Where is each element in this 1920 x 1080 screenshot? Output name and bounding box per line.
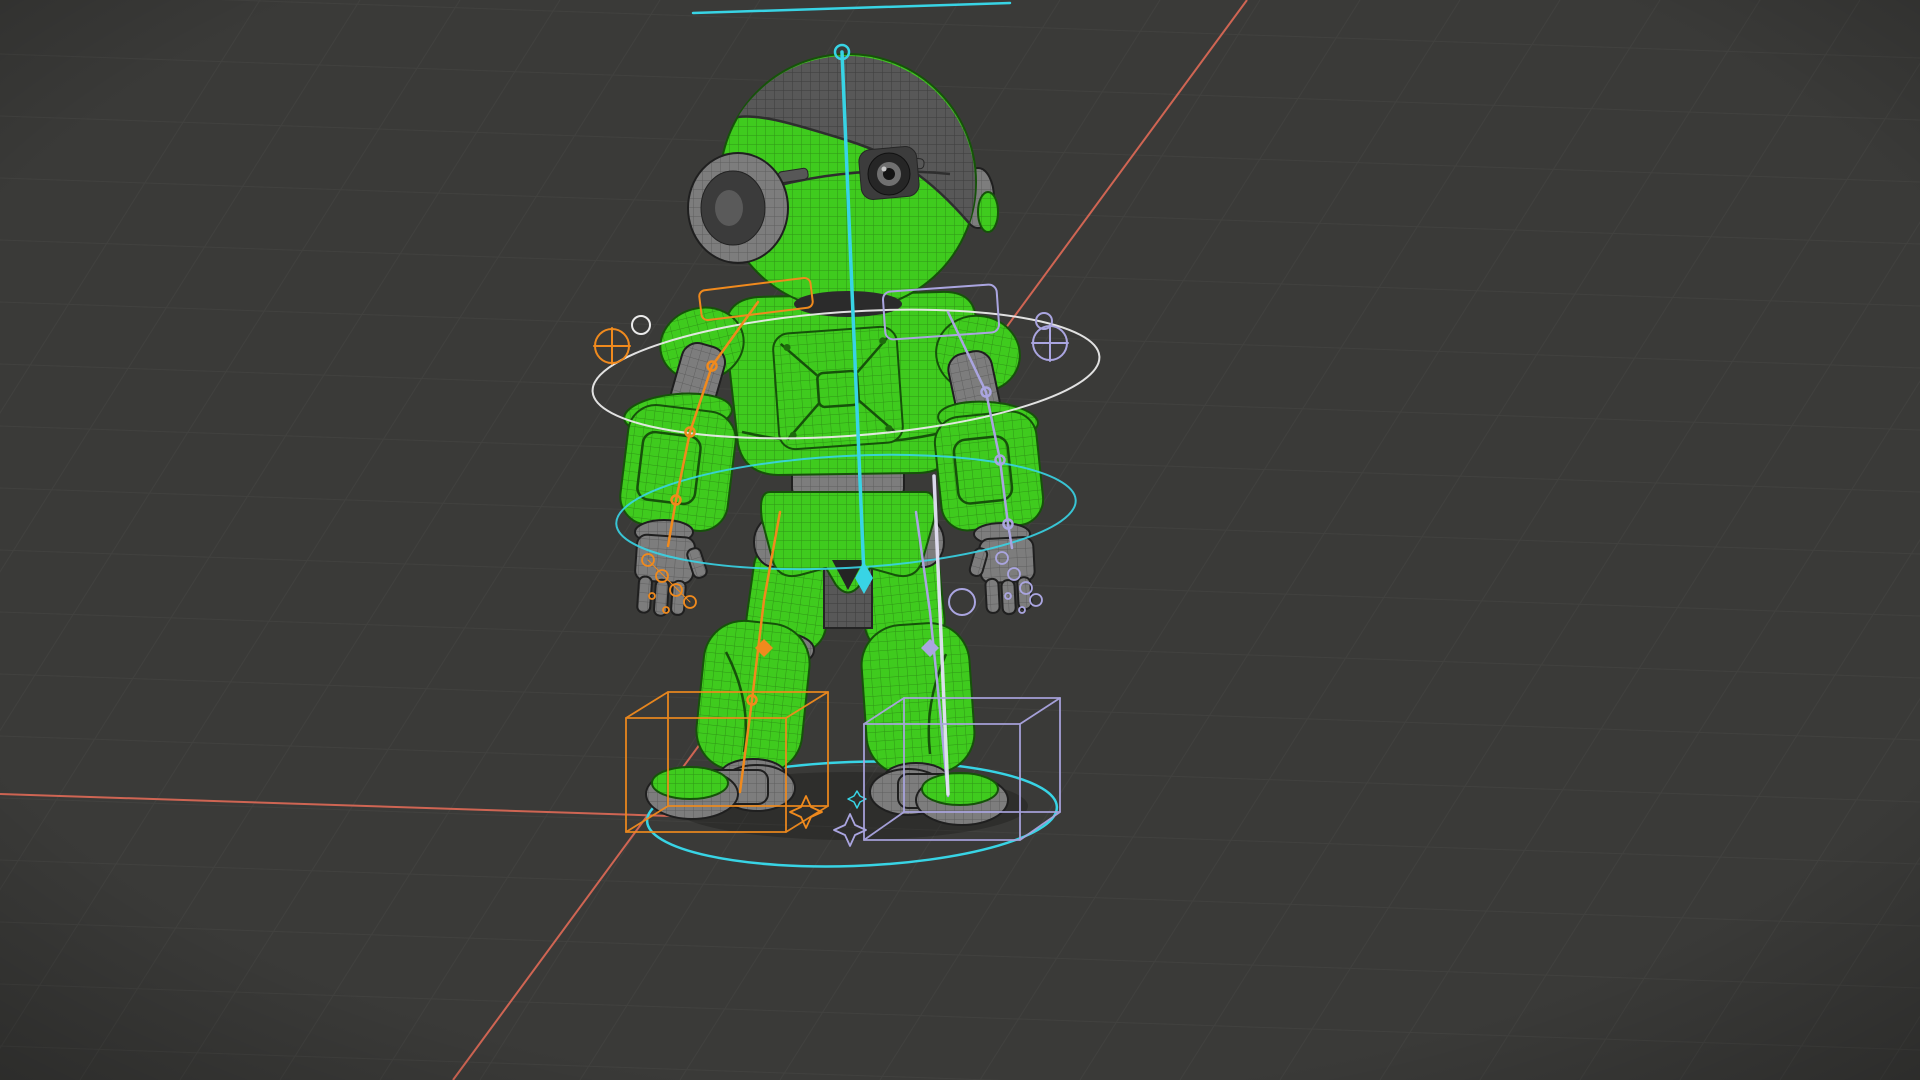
right-ear-cap xyxy=(977,191,999,233)
right-forearm xyxy=(933,410,1045,532)
left-shoulder-gizmo[interactable] xyxy=(593,327,631,365)
eye-glint xyxy=(881,166,887,172)
left-ear xyxy=(687,152,789,264)
right-finger xyxy=(1000,579,1017,616)
right-finger xyxy=(984,577,1001,614)
collar-shadow xyxy=(794,291,902,317)
left-ear-center xyxy=(715,190,743,226)
right-toe-cap xyxy=(921,772,999,806)
chest-plate xyxy=(772,325,904,451)
viewport-3d[interactable] xyxy=(0,0,1920,1080)
eye-camera xyxy=(858,146,920,200)
right-boot xyxy=(860,622,976,776)
left-finger xyxy=(653,578,670,617)
chest-panel xyxy=(772,325,904,451)
left-toe-cap xyxy=(651,766,729,800)
